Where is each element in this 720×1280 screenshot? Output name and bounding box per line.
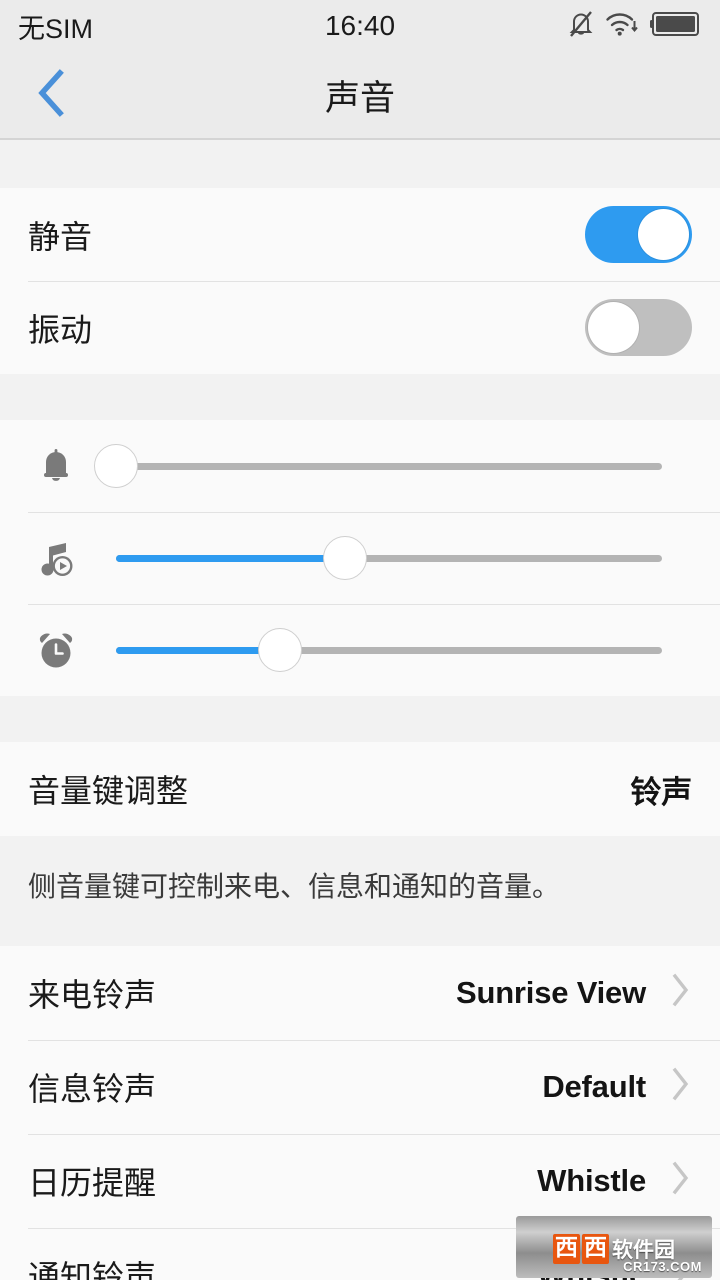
row-incoming-call-ringtone[interactable]: 来电铃声 Sunrise View bbox=[0, 946, 720, 1040]
vibrate-mode-switch[interactable] bbox=[585, 299, 692, 356]
row-notification-ringtone[interactable]: 通知铃声 Whistle bbox=[0, 1227, 720, 1280]
row-ringtone-volume[interactable] bbox=[0, 420, 720, 512]
slider-thumb[interactable] bbox=[94, 444, 138, 488]
row-volume-key-adjust[interactable]: 音量键调整 铃声 bbox=[0, 742, 720, 836]
vibrate-mode-label: 振动 bbox=[28, 311, 93, 348]
ringtones-section: 来电铃声 Sunrise View 信息铃声 Default 日历提醒 Whis… bbox=[0, 945, 720, 1280]
notification-ringtone-value: Whistle bbox=[537, 1256, 647, 1280]
volume-key-label: 音量键调整 bbox=[28, 773, 189, 809]
volume-key-section: 音量键调整 铃声 bbox=[0, 742, 720, 836]
chevron-right-icon bbox=[670, 1159, 692, 1202]
section-spacer-sliders bbox=[0, 374, 720, 420]
section-spacer-volumekey bbox=[0, 696, 720, 742]
switch-knob bbox=[588, 302, 639, 353]
volume-sliders-section bbox=[0, 420, 720, 696]
notification-ringtone-label: 通知铃声 bbox=[28, 1258, 157, 1280]
alarm-volume-slider[interactable] bbox=[116, 622, 662, 678]
slider-thumb[interactable] bbox=[257, 628, 302, 672]
row-silent-mode[interactable]: 静音 bbox=[0, 188, 720, 281]
battery-icon bbox=[650, 11, 702, 42]
section-spacer-top bbox=[0, 140, 720, 188]
row-alarm-volume[interactable] bbox=[0, 604, 720, 696]
chevron-right-icon bbox=[670, 1253, 692, 1280]
volume-key-value: 铃声 bbox=[630, 774, 692, 810]
page-title: 声音 bbox=[324, 78, 395, 118]
phone-screen: 无SIM 16:40 声音 静音 振动 音量键调整 铃声 侧音量键可控制来电、信… bbox=[0, 0, 720, 1280]
navigation-bar: 声音 bbox=[0, 52, 720, 140]
row-media-volume[interactable] bbox=[0, 512, 720, 604]
switch-knob bbox=[638, 209, 689, 260]
slider-fill bbox=[116, 554, 346, 562]
chevron-right-icon bbox=[670, 971, 692, 1014]
chevron-right-icon bbox=[670, 1065, 692, 1108]
bell-icon bbox=[30, 444, 82, 488]
slider-thumb[interactable] bbox=[323, 536, 368, 580]
row-calendar-reminder[interactable]: 日历提醒 Whistle bbox=[0, 1133, 720, 1228]
alarm-icon bbox=[30, 628, 82, 672]
calendar-reminder-value: Whistle bbox=[537, 1162, 647, 1198]
carrier-label: 无SIM bbox=[18, 13, 94, 44]
wifi-icon bbox=[605, 10, 639, 43]
slider-track bbox=[116, 462, 662, 470]
message-ringtone-label: 信息铃声 bbox=[28, 1070, 157, 1107]
music-icon bbox=[30, 536, 82, 580]
volume-key-description: 侧音量键可控制来电、信息和通知的音量。 bbox=[0, 836, 720, 946]
incoming-call-ringtone-value: Sunrise View bbox=[455, 974, 647, 1010]
status-bar: 无SIM 16:40 bbox=[0, 0, 720, 52]
incoming-call-ringtone-label: 来电铃声 bbox=[28, 976, 157, 1013]
slider-fill bbox=[116, 646, 280, 654]
row-message-ringtone[interactable]: 信息铃声 Default bbox=[0, 1039, 720, 1134]
ringtone-volume-slider[interactable] bbox=[94, 438, 662, 494]
calendar-reminder-label: 日历提醒 bbox=[28, 1164, 157, 1201]
silent-mode-label: 静音 bbox=[28, 218, 93, 255]
silent-mode-switch[interactable] bbox=[585, 206, 692, 263]
media-volume-slider[interactable] bbox=[116, 530, 662, 586]
message-ringtone-value: Default bbox=[542, 1068, 646, 1104]
status-icons bbox=[568, 10, 702, 43]
row-vibrate-mode[interactable]: 振动 bbox=[0, 281, 720, 374]
switches-section: 静音 振动 bbox=[0, 188, 720, 374]
bell-muted-icon bbox=[568, 10, 594, 43]
